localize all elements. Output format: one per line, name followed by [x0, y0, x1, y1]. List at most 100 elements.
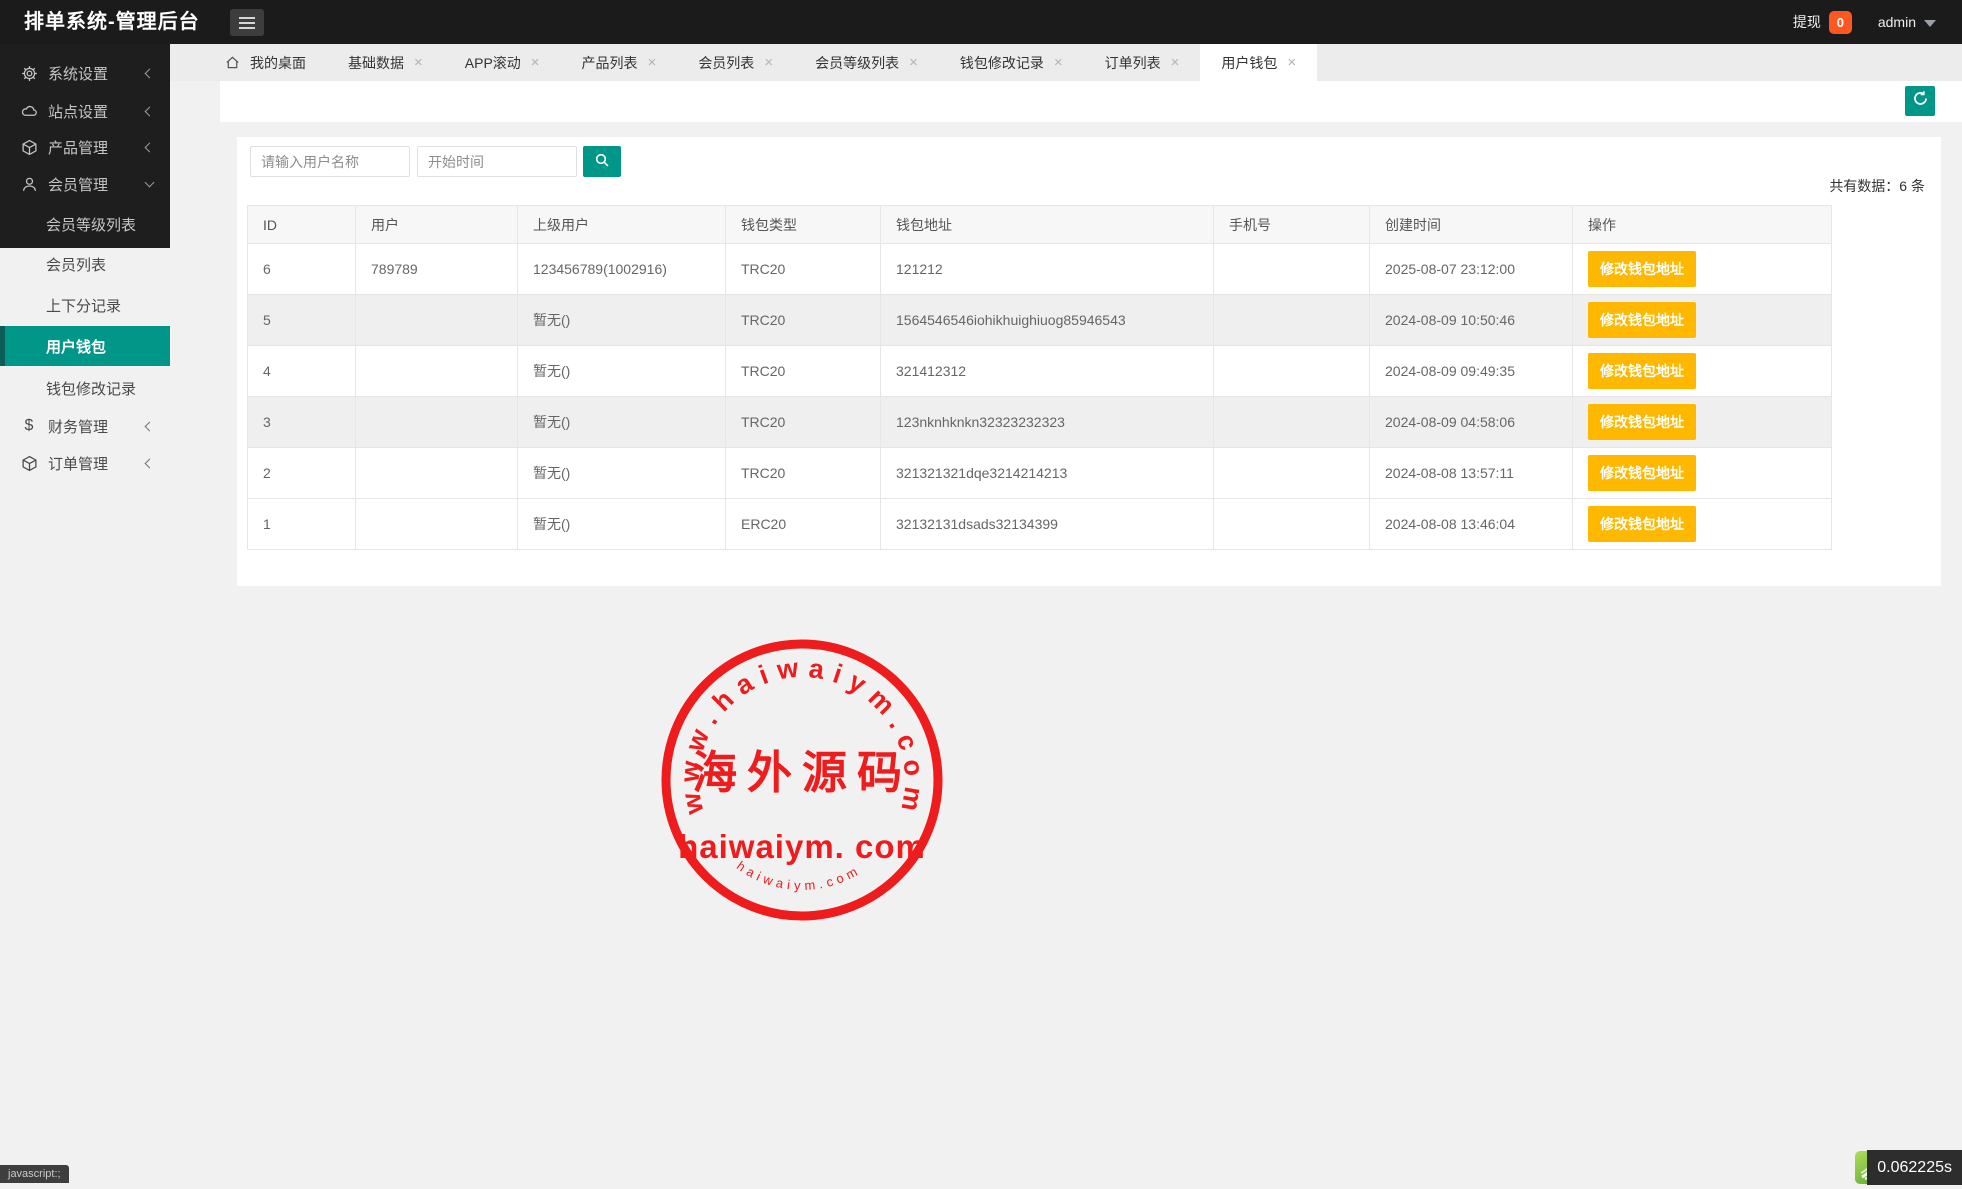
tab-basic-data[interactable]: 基础数据 ×	[327, 44, 444, 81]
cell-user	[356, 346, 518, 397]
chevron-left-icon	[145, 458, 155, 468]
cell-parent: 暂无()	[518, 448, 726, 499]
edit-wallet-address-button[interactable]: 修改钱包地址	[1588, 251, 1696, 287]
cell-id: 4	[248, 346, 356, 397]
edit-wallet-address-button[interactable]: 修改钱包地址	[1588, 506, 1696, 542]
hamburger-menu-icon[interactable]	[230, 9, 264, 36]
withdraw-link[interactable]: 提现	[1793, 12, 1821, 32]
cell-phone	[1214, 397, 1370, 448]
sidebar-item-member-management[interactable]: 会员管理	[0, 164, 170, 204]
refresh-icon	[1912, 90, 1929, 112]
sidebar-item-updown-records[interactable]: 上下分记录	[0, 285, 170, 325]
box-icon	[19, 453, 39, 473]
sidebar-item-order-management[interactable]: 订单管理	[0, 443, 170, 483]
sidebar-item-label: 财务管理	[48, 416, 108, 437]
close-icon[interactable]: ×	[531, 55, 540, 70]
sidebar-item-wallet-edit-records[interactable]: 钱包修改记录	[0, 368, 170, 408]
hamburger-bar	[239, 17, 255, 19]
chevron-left-icon	[145, 142, 155, 152]
record-count-summary: 共有数据：6 条	[1829, 176, 1925, 196]
cell-id: 1	[248, 499, 356, 550]
sidebar-item-label: 订单管理	[48, 453, 108, 474]
dollar-icon: $	[19, 416, 39, 436]
tab-product-list[interactable]: 产品列表 ×	[561, 44, 678, 81]
cell-wallet-type: TRC20	[726, 346, 881, 397]
sidebar-item-product-management[interactable]: 产品管理	[0, 127, 170, 167]
close-icon[interactable]: ×	[414, 55, 423, 70]
watermark-stamp: w w w . h a i w a i y m . c o m 海外源码 hai…	[650, 628, 954, 932]
tab-order-list[interactable]: 订单列表 ×	[1084, 44, 1201, 81]
start-time-input[interactable]	[417, 146, 577, 177]
col-header-created: 创建时间	[1370, 206, 1573, 244]
cell-user	[356, 448, 518, 499]
cube-icon	[19, 137, 39, 157]
col-header-user: 用户	[356, 206, 518, 244]
cell-id: 3	[248, 397, 356, 448]
withdraw-count-badge[interactable]: 0	[1829, 11, 1852, 34]
user-menu[interactable]: admin	[1878, 14, 1916, 30]
col-header-wallet-type: 钱包类型	[726, 206, 881, 244]
sidebar-item-member-level-list[interactable]: 会员等级列表	[0, 204, 170, 244]
content-toolbar	[220, 81, 1962, 122]
chevron-left-icon	[145, 421, 155, 431]
close-icon[interactable]: ×	[1171, 55, 1180, 70]
edit-wallet-address-button[interactable]: 修改钱包地址	[1588, 404, 1696, 440]
cell-phone	[1214, 295, 1370, 346]
search-button[interactable]	[583, 146, 621, 177]
cell-created: 2024-08-09 09:49:35	[1370, 346, 1573, 397]
tab-user-wallet[interactable]: 用户钱包 ×	[1200, 44, 1317, 81]
edit-wallet-address-button[interactable]: 修改钱包地址	[1588, 302, 1696, 338]
cell-id: 6	[248, 244, 356, 295]
cell-wallet-address: 321321321dqe3214214213	[881, 448, 1214, 499]
cloud-icon	[19, 101, 39, 121]
tab-label: 会员列表	[698, 53, 754, 73]
cell-id: 2	[248, 448, 356, 499]
cell-wallet-type: TRC20	[726, 397, 881, 448]
cell-wallet-type: TRC20	[726, 295, 881, 346]
cell-wallet-address: 1564546546iohikhuighiuog85946543	[881, 295, 1214, 346]
user-wallet-panel: 共有数据：6 条 ID 用户 上级用户 钱包类型 钱包地址 手机号 创建时间 操…	[237, 137, 1941, 586]
tab-member-level-list[interactable]: 会员等级列表 ×	[794, 44, 939, 81]
home-icon	[225, 55, 240, 70]
tab-app-scroll[interactable]: APP滚动 ×	[444, 44, 561, 81]
hamburger-bar	[239, 22, 255, 24]
table-row: 4 暂无() TRC20 321412312 2024-08-09 09:49:…	[248, 346, 1832, 397]
cell-phone	[1214, 244, 1370, 295]
app-title: 排单系统-管理后台	[24, 0, 200, 44]
stamp-center-cn-text: 海外源码	[692, 748, 912, 798]
cell-created: 2024-08-08 13:46:04	[1370, 499, 1573, 550]
tab-member-list[interactable]: 会员列表 ×	[677, 44, 794, 81]
cell-id: 5	[248, 295, 356, 346]
cell-phone	[1214, 448, 1370, 499]
tab-my-desktop[interactable]: 我的桌面	[204, 44, 327, 81]
edit-wallet-address-button[interactable]: 修改钱包地址	[1588, 455, 1696, 491]
cell-wallet-type: TRC20	[726, 244, 881, 295]
refresh-button[interactable]	[1905, 86, 1935, 116]
close-icon[interactable]: ×	[648, 55, 657, 70]
tab-label: 会员等级列表	[815, 53, 899, 73]
sidebar-item-finance-management[interactable]: $ 财务管理	[0, 406, 170, 446]
tab-wallet-edit-records[interactable]: 钱包修改记录 ×	[939, 44, 1084, 81]
close-icon[interactable]: ×	[1054, 55, 1063, 70]
sidebar-item-label: 产品管理	[48, 137, 108, 158]
edit-wallet-address-button[interactable]: 修改钱包地址	[1588, 353, 1696, 389]
col-header-parent: 上级用户	[518, 206, 726, 244]
sidebar-item-label: 站点设置	[48, 101, 108, 122]
cell-phone	[1214, 346, 1370, 397]
table-row: 6 789789 123456789(1002916) TRC20 121212…	[248, 244, 1832, 295]
sidebar-item-label: 会员等级列表	[46, 214, 136, 235]
cell-parent: 暂无()	[518, 346, 726, 397]
close-icon[interactable]: ×	[909, 55, 918, 70]
sidebar-item-label: 系统设置	[48, 63, 108, 84]
search-icon	[594, 152, 610, 171]
tab-bar: 我的桌面 基础数据 × APP滚动 × 产品列表 × 会员列表 × 会员等级列表…	[170, 44, 1962, 81]
cell-created: 2024-08-08 13:57:11	[1370, 448, 1573, 499]
close-icon[interactable]: ×	[1287, 55, 1296, 70]
sidebar-item-member-list[interactable]: 会员列表	[0, 244, 170, 284]
sidebar-item-site-settings[interactable]: 站点设置	[0, 91, 170, 131]
close-icon[interactable]: ×	[764, 55, 773, 70]
search-username-input[interactable]	[250, 146, 410, 177]
sidebar-item-system-settings[interactable]: 系统设置	[0, 53, 170, 93]
cell-user: 789789	[356, 244, 518, 295]
sidebar-item-user-wallet[interactable]: 用户钱包	[0, 326, 170, 366]
